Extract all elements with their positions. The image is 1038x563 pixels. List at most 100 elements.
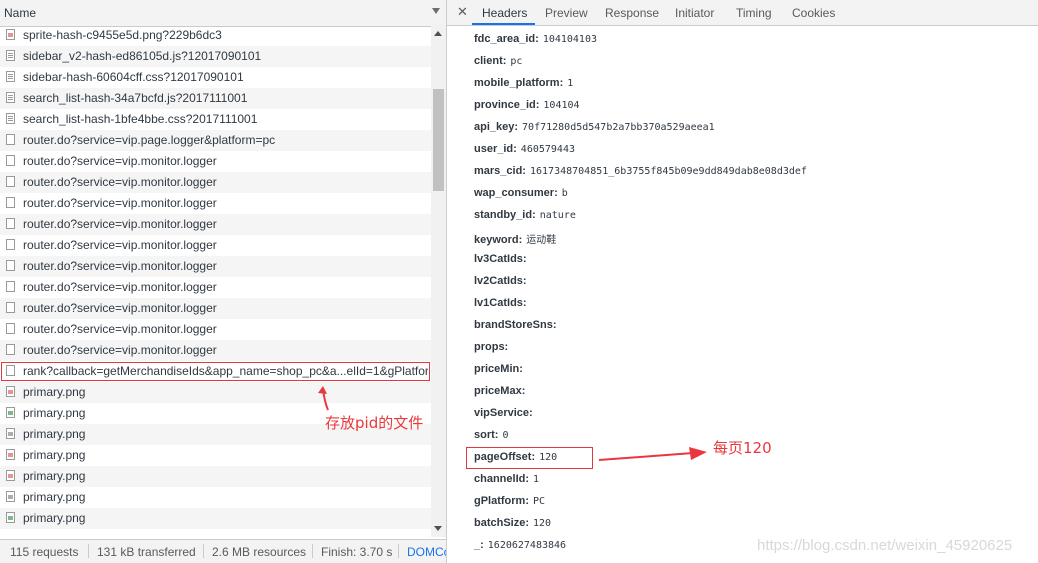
details-tab-bar: ✕ Headers Preview Response Initiator Tim… xyxy=(447,0,1038,26)
scroll-down-icon[interactable] xyxy=(434,526,442,531)
query-param-row: gPlatform: PC xyxy=(474,495,545,515)
request-name: router.do?service=vip.monitor.logger xyxy=(23,196,217,210)
request-row[interactable]: router.do?service=vip.monitor.logger xyxy=(0,277,431,298)
request-row[interactable]: router.do?service=vip.monitor.logger xyxy=(0,298,431,319)
script-file-icon xyxy=(6,50,15,61)
query-param-key: priceMin: xyxy=(474,363,523,375)
request-name: sidebar-hash-60604cff.css?12017090101 xyxy=(23,70,244,84)
tab-response[interactable]: Response xyxy=(605,6,659,20)
request-name: search_list-hash-34a7bcfd.js?2017111001 xyxy=(23,91,248,105)
query-param-key: batchSize: xyxy=(474,517,530,529)
query-param-row: channelId: 1 xyxy=(474,473,539,493)
request-row[interactable]: primary.png xyxy=(0,445,431,466)
query-param-key: lv1CatIds: xyxy=(474,297,527,309)
request-row[interactable]: router.do?service=vip.monitor.logger xyxy=(0,235,431,256)
request-name: router.do?service=vip.monitor.logger xyxy=(23,238,217,252)
query-param-key: gPlatform: xyxy=(474,495,529,507)
status-divider xyxy=(203,544,204,558)
stylesheet-file-icon xyxy=(6,113,15,124)
request-name: router.do?service=vip.page.logger&platfo… xyxy=(23,133,276,147)
page-offset-highlight-box xyxy=(466,447,593,469)
query-param-key: province_id: xyxy=(474,99,540,111)
request-row[interactable]: router.do?service=vip.monitor.logger xyxy=(0,256,431,277)
request-name: primary.png xyxy=(23,469,86,483)
query-param-key: brandStoreSns: xyxy=(474,319,557,331)
request-row[interactable]: search_list-hash-1bfe4bbe.css?2017111001 xyxy=(0,109,431,130)
request-row-highlighted[interactable]: rank?callback=getMerchandiseIds&app_name… xyxy=(0,361,431,382)
request-row[interactable]: router.do?service=vip.monitor.logger xyxy=(0,319,431,340)
image-file-icon xyxy=(6,407,15,418)
query-param-row: vipService: xyxy=(474,407,537,427)
request-row[interactable]: primary.png xyxy=(0,382,431,403)
request-row[interactable]: router.do?service=vip.monitor.logger xyxy=(0,172,431,193)
query-param-key: lv3CatIds: xyxy=(474,253,527,265)
request-row[interactable]: primary.png xyxy=(0,487,431,508)
request-name: rank?callback=getMerchandiseIds&app_name… xyxy=(23,364,428,378)
tab-preview[interactable]: Preview xyxy=(545,6,588,20)
status-divider xyxy=(398,544,399,558)
file-icon xyxy=(6,302,15,313)
file-icon xyxy=(6,176,15,187)
query-param-value: 1617348704851_6b3755f845b09e9dd849dab8e0… xyxy=(529,166,807,177)
close-icon[interactable]: ✕ xyxy=(457,4,468,20)
query-param-row: priceMin: xyxy=(474,363,527,383)
resources-size: 2.6 MB resources xyxy=(212,545,307,559)
file-icon xyxy=(6,281,15,292)
query-param-row: props: xyxy=(474,341,512,361)
file-icon xyxy=(6,323,15,334)
query-param-value: 1620627483846 xyxy=(487,540,567,551)
request-count: 115 requests xyxy=(10,545,79,559)
image-file-icon xyxy=(6,386,15,397)
network-status-bar: 115 requests 131 kB transferred 2.6 MB r… xyxy=(0,539,446,563)
query-param-key: fdc_area_id: xyxy=(474,33,539,45)
image-file-icon xyxy=(6,491,15,502)
query-param-value: 1 xyxy=(567,78,574,89)
query-param-row: lv3CatIds: xyxy=(474,253,531,273)
network-request-list-pane: Name sprite-hash-c9455e5d.png?229b6dc3 si… xyxy=(0,0,447,563)
request-row[interactable]: router.do?service=vip.monitor.logger xyxy=(0,214,431,235)
tab-cookies[interactable]: Cookies xyxy=(792,6,835,20)
file-icon xyxy=(6,260,15,271)
query-param-row: sort: 0 xyxy=(474,429,508,449)
query-param-value: 460579443 xyxy=(520,144,575,155)
tab-initiator[interactable]: Initiator xyxy=(675,6,714,20)
query-param-key: priceMax: xyxy=(474,385,526,397)
tab-timing[interactable]: Timing xyxy=(736,6,772,20)
request-name: router.do?service=vip.monitor.logger xyxy=(23,343,217,357)
query-param-row: api_key: 70f71280d5d547b2a7bb370a529aeea1 xyxy=(474,121,715,141)
request-list: sprite-hash-c9455e5d.png?229b6dc3 sidebar… xyxy=(0,25,431,537)
request-name: router.do?service=vip.monitor.logger xyxy=(23,175,217,189)
request-row[interactable]: sidebar_v2-hash-ed86105d.js?12017090101 xyxy=(0,46,431,67)
request-row[interactable]: router.do?service=vip.monitor.logger xyxy=(0,151,431,172)
request-row[interactable]: router.do?service=vip.monitor.logger xyxy=(0,340,431,361)
name-column-header[interactable]: Name xyxy=(0,0,446,27)
request-name: primary.png xyxy=(23,511,86,525)
file-icon xyxy=(6,365,15,376)
request-row[interactable]: sidebar-hash-60604cff.css?12017090101 xyxy=(0,67,431,88)
sort-descending-icon[interactable] xyxy=(432,8,440,14)
query-param-key: client: xyxy=(474,55,507,67)
query-param-row: client: pc xyxy=(474,55,522,75)
query-param-key: api_key: xyxy=(474,121,519,133)
request-row[interactable]: primary.png xyxy=(0,466,431,487)
query-param-row: mars_cid: 1617348704851_6b3755f845b09e9dd… xyxy=(474,165,807,185)
query-param-value: 120 xyxy=(533,518,552,529)
request-row[interactable]: router.do?service=vip.page.logger&platfo… xyxy=(0,130,431,151)
image-file-icon xyxy=(6,470,15,481)
request-row[interactable]: router.do?service=vip.monitor.logger xyxy=(0,193,431,214)
tab-headers[interactable]: Headers xyxy=(482,6,527,20)
transferred-size: 131 kB transferred xyxy=(97,545,196,559)
request-name: search_list-hash-1bfe4bbe.css?2017111001 xyxy=(23,112,258,126)
scroll-up-icon[interactable] xyxy=(434,31,442,36)
request-row[interactable]: search_list-hash-34a7bcfd.js?2017111001 xyxy=(0,88,431,109)
request-list-scrollbar[interactable] xyxy=(431,25,446,537)
request-name: primary.png xyxy=(23,490,86,504)
query-param-key: sort: xyxy=(474,429,499,441)
request-row[interactable]: primary.png xyxy=(0,508,431,529)
script-file-icon xyxy=(6,92,15,103)
domcontentloaded-time[interactable]: DOMCo xyxy=(407,545,446,559)
request-row[interactable]: sprite-hash-c9455e5d.png?229b6dc3 xyxy=(0,25,431,46)
scrollbar-thumb[interactable] xyxy=(433,89,444,191)
file-icon xyxy=(6,134,15,145)
finish-time: Finish: 3.70 s xyxy=(321,545,393,559)
